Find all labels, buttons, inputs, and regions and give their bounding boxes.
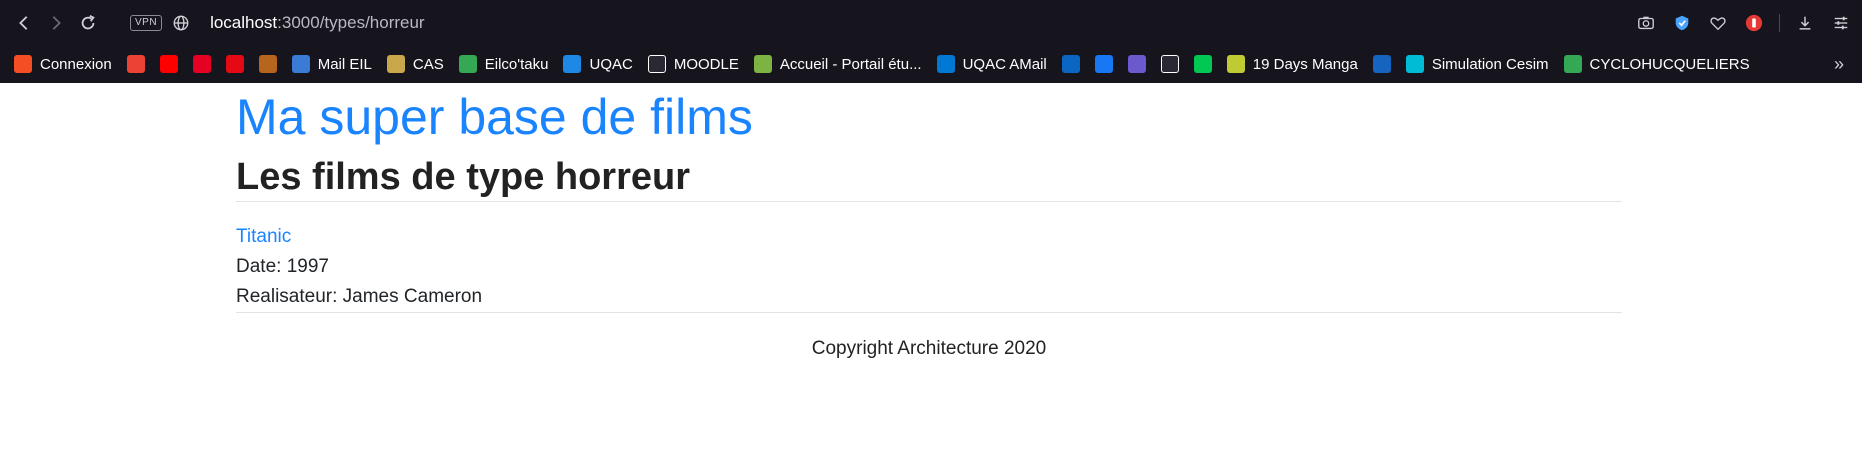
site-title-link[interactable]: Ma super base de films bbox=[236, 89, 1622, 145]
shield-icon[interactable] bbox=[1671, 12, 1693, 34]
bookmark-label: 19 Days Manga bbox=[1252, 55, 1358, 73]
pinterest-icon bbox=[192, 55, 211, 73]
bookmarks-overflow-icon[interactable]: » bbox=[1834, 54, 1850, 75]
bookmark-item[interactable] bbox=[1093, 49, 1122, 79]
bookmark-label: UQAC bbox=[589, 55, 633, 73]
page-heading: Les films de type horreur bbox=[236, 156, 691, 198]
toolbar-right bbox=[1635, 12, 1852, 34]
bookmark-item[interactable]: CAS bbox=[385, 49, 453, 79]
bookmark-label: Mail EIL bbox=[317, 55, 372, 73]
seal-icon bbox=[258, 55, 277, 73]
bookmark-label: MOODLE bbox=[673, 55, 739, 73]
divider-bottom bbox=[236, 312, 1622, 313]
film-date: Date: 1997 bbox=[236, 256, 329, 277]
browser-toolbar: VPN localhost:3000/types/horreur bbox=[0, 0, 1862, 45]
bookmark-item[interactable]: Connexion bbox=[12, 49, 121, 79]
bookmark-item[interactable]: UQAC bbox=[561, 49, 641, 79]
settings-sliders-icon[interactable] bbox=[1830, 12, 1852, 34]
bookmark-label: CAS bbox=[412, 55, 444, 73]
adblock-icon[interactable] bbox=[1743, 12, 1765, 34]
film-title-link[interactable]: Titanic bbox=[236, 222, 291, 252]
s-icon bbox=[1160, 55, 1179, 73]
robot-icon bbox=[1372, 55, 1391, 73]
bookmark-label: Eilco'taku bbox=[484, 55, 549, 73]
bookmark-item[interactable] bbox=[158, 49, 187, 79]
bookmark-item[interactable]: Mail EIL bbox=[290, 49, 381, 79]
outlook-icon bbox=[936, 55, 955, 73]
bookmark-item[interactable] bbox=[125, 49, 154, 79]
vpn-badge[interactable]: VPN bbox=[130, 14, 163, 31]
film-director: Realisateur: James Cameron bbox=[236, 286, 483, 307]
bookmark-item[interactable] bbox=[1060, 49, 1089, 79]
bookmark-item[interactable]: Accueil - Portail étu... bbox=[752, 49, 931, 79]
back-button[interactable] bbox=[8, 7, 40, 39]
bookmark-item[interactable] bbox=[1192, 49, 1221, 79]
bookmark-item[interactable] bbox=[191, 49, 220, 79]
moodle-icon bbox=[647, 55, 666, 73]
back-arrow-icon bbox=[19, 15, 28, 30]
url-host: localhost bbox=[210, 12, 278, 32]
page-content: Ma super base de films Les films de type… bbox=[236, 89, 1622, 360]
camera-icon[interactable] bbox=[1635, 12, 1657, 34]
bookmark-item[interactable] bbox=[1159, 49, 1188, 79]
uqac-portal-icon bbox=[753, 55, 772, 73]
film-item: Titanic Date: 1997 Realisateur: James Ca… bbox=[236, 222, 1622, 312]
forward-button[interactable] bbox=[40, 7, 72, 39]
bookmark-item[interactable]: CYCLOHUCQUELIERS bbox=[1562, 49, 1759, 79]
youtube-icon bbox=[159, 55, 178, 73]
google-drive-icon bbox=[458, 55, 477, 73]
bookmark-item[interactable]: UQAC AMail bbox=[935, 49, 1056, 79]
check-icon bbox=[1193, 55, 1212, 73]
mail-eil-icon bbox=[291, 55, 310, 73]
download-icon[interactable] bbox=[1794, 12, 1816, 34]
bookmark-item[interactable]: Simulation Cesim bbox=[1404, 49, 1558, 79]
reload-icon bbox=[81, 14, 95, 29]
bookmark-label: Connexion bbox=[40, 55, 112, 73]
bookmark-item[interactable] bbox=[224, 49, 253, 79]
gmail-icon bbox=[126, 55, 145, 73]
bookmark-item[interactable]: Eilco'taku bbox=[457, 49, 558, 79]
wr-icon bbox=[1127, 55, 1146, 73]
bookmark-label: Simulation Cesim bbox=[1431, 55, 1549, 73]
bookmark-label: Accueil - Portail étu... bbox=[779, 55, 922, 73]
reload-button[interactable] bbox=[72, 7, 104, 39]
divider-top bbox=[236, 201, 1622, 202]
footer-copyright: Copyright Architecture 2020 bbox=[811, 338, 1047, 359]
url-path: :3000/types/horreur bbox=[277, 12, 425, 32]
facebook-icon bbox=[1094, 55, 1113, 73]
google-drive-icon bbox=[1563, 55, 1582, 73]
bookmark-item[interactable] bbox=[1371, 49, 1400, 79]
bookmark-label: UQAC AMail bbox=[962, 55, 1047, 73]
heart-icon[interactable] bbox=[1707, 12, 1729, 34]
manga-icon bbox=[1226, 55, 1245, 73]
address-bar[interactable]: localhost:3000/types/horreur bbox=[210, 13, 1635, 33]
linkedin-icon bbox=[1061, 55, 1080, 73]
bookmark-item[interactable] bbox=[1126, 49, 1155, 79]
bookmark-item[interactable] bbox=[257, 49, 286, 79]
uqac-icon bbox=[563, 55, 582, 73]
bookmark-label: CYCLOHUCQUELIERS bbox=[1589, 55, 1750, 73]
bookmark-item[interactable]: 19 Days Manga bbox=[1225, 49, 1367, 79]
cesim-icon bbox=[1405, 55, 1424, 73]
browser-chrome: VPN localhost:3000/types/horreur Connexi… bbox=[0, 0, 1862, 83]
toolbar-separator bbox=[1779, 13, 1780, 32]
microsoft-icon bbox=[14, 55, 32, 73]
globe-icon bbox=[172, 14, 190, 32]
bookmark-item[interactable]: MOODLE bbox=[646, 49, 748, 79]
forward-arrow-icon bbox=[52, 15, 61, 30]
bookmarks-bar: Connexion Mail EIL CAS Eilco'taku UQAC MOODLE… bbox=[0, 45, 1862, 83]
netflix-icon bbox=[225, 55, 244, 73]
cas-icon bbox=[386, 55, 405, 73]
